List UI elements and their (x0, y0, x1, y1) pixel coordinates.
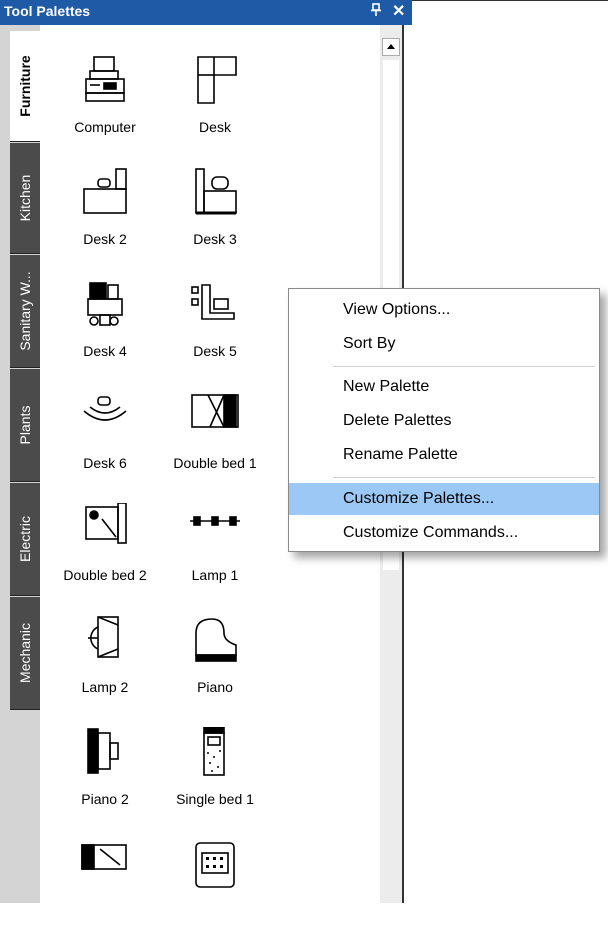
tab-mechanic[interactable]: Mechanic (10, 597, 40, 710)
tool-item-label: Piano 2 (81, 791, 129, 807)
tab-furniture[interactable]: Furniture (10, 31, 40, 142)
tab-label: Plants (17, 405, 33, 445)
tab-strip: Furniture Kitchen Sanitary W... Plants E… (0, 25, 40, 903)
desk2-icon (80, 167, 130, 217)
double-bed1-icon (190, 391, 240, 441)
tool-item-label: Desk (199, 119, 231, 135)
tool-item-label: Desk 6 (83, 455, 127, 471)
lamp1-icon (190, 503, 240, 553)
tool-item-single-bed1[interactable]: Single bed 1 (160, 726, 270, 827)
tool-item-desk[interactable]: Desk (160, 55, 270, 155)
tool-item-desk3[interactable]: Desk 3 (160, 167, 270, 267)
tab-label: Furniture (17, 55, 33, 117)
desk4-icon (80, 279, 130, 329)
piano-icon (190, 615, 240, 665)
pin-icon[interactable] (370, 3, 382, 20)
window-title: Tool Palettes (4, 3, 91, 19)
tab-label: Mechanic (17, 623, 33, 683)
tab-label: Sanitary W... (17, 271, 33, 351)
menu-item-sort-by[interactable]: Sort By (289, 328, 599, 360)
tool-item-label: Desk 3 (193, 231, 237, 247)
tool-item-label: Desk 4 (83, 343, 127, 359)
tool-item-label: Piano (197, 679, 233, 695)
tab-plants[interactable]: Plants (10, 369, 40, 482)
tool-item-lamp2[interactable]: Lamp 2 (50, 615, 160, 715)
tool-item-label: Double bed 1 (173, 455, 257, 471)
menu-item-delete-palettes[interactable]: Delete Palettes (289, 405, 599, 437)
desk-icon (190, 55, 240, 105)
context-menu: View Options... Sort By New Palette Dele… (288, 288, 600, 552)
tool-item-label: Desk 5 (193, 343, 237, 359)
piano2-icon (80, 727, 130, 777)
tool-item-desk6[interactable]: Desk 6 (50, 391, 160, 491)
scroll-up-button[interactable] (382, 38, 400, 56)
tool-item-piano[interactable]: Piano (160, 615, 270, 715)
tool-item-label: Computer (74, 119, 136, 135)
menu-item-rename-palette[interactable]: Rename Palette (289, 439, 599, 471)
canvas-border (412, 0, 608, 1)
menu-separator (333, 366, 595, 367)
menu-item-view-options[interactable]: View Options... (289, 294, 599, 326)
tool-item-label: Double bed 2 (63, 567, 147, 583)
tool-item-desk4[interactable]: Desk 4 (50, 279, 160, 379)
close-icon[interactable]: ✕ (392, 1, 405, 21)
bed-icon (80, 839, 130, 889)
tab-electric[interactable]: Electric (10, 483, 40, 596)
menu-item-customize-palettes[interactable]: Customize Palettes... (289, 483, 599, 515)
stove-icon (190, 839, 240, 889)
title-bar[interactable]: Tool Palettes ✕ (0, 0, 412, 25)
tool-item-label: Lamp 1 (191, 567, 239, 583)
tool-item-desk5[interactable]: Desk 5 (160, 279, 270, 379)
tool-item-desk2[interactable]: Desk 2 (50, 167, 160, 267)
single-bed1-icon (190, 726, 240, 777)
tool-item-piano2[interactable]: Piano 2 (50, 727, 160, 827)
tool-item-double-bed1[interactable]: Double bed 1 (160, 391, 270, 491)
tab-label: Kitchen (17, 174, 33, 222)
tab-kitchen[interactable]: Kitchen (10, 143, 40, 254)
tool-item-computer[interactable]: Computer (50, 55, 160, 155)
tool-item-double-bed2[interactable]: Double bed 2 (50, 502, 160, 603)
desk3-icon (190, 167, 240, 217)
tab-label: Electric (17, 516, 33, 562)
menu-separator (333, 477, 595, 478)
lamp2-icon (80, 615, 130, 665)
desk5-icon (190, 279, 240, 329)
tool-item-label: Single bed 1 (176, 791, 254, 807)
double-bed2-icon (80, 502, 130, 553)
tool-item-label: Lamp 2 (81, 679, 129, 695)
tool-item-label: Desk 2 (83, 231, 127, 247)
tab-sanitary[interactable]: Sanitary W... (10, 255, 40, 368)
tool-item-stove[interactable] (160, 839, 270, 939)
computer-icon (80, 55, 130, 105)
tool-item-bed[interactable] (50, 839, 160, 939)
tool-item-lamp1[interactable]: Lamp 1 (160, 503, 270, 603)
desk6-icon (80, 391, 130, 441)
menu-item-new-palette[interactable]: New Palette (289, 371, 599, 403)
menu-item-customize-commands[interactable]: Customize Commands... (289, 517, 599, 549)
